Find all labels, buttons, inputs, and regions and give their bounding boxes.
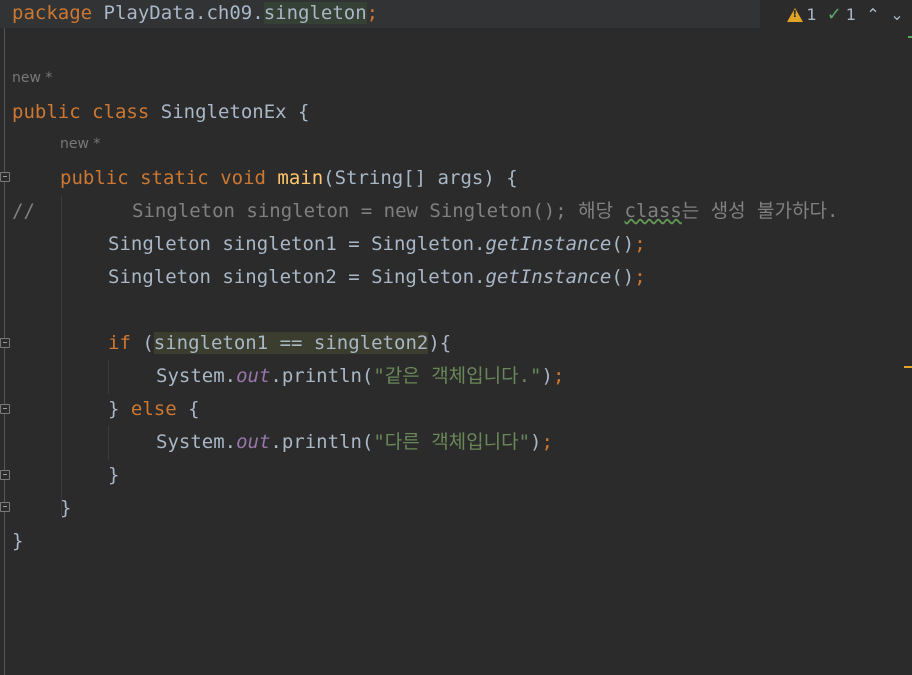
println-call: .println( <box>270 431 374 453</box>
semicolon: ; <box>366 2 379 24</box>
keyword-public: public <box>60 167 129 189</box>
keyword-void: void <box>220 167 266 189</box>
fold-marker-else-end[interactable] <box>0 470 10 480</box>
if-open-paren: ( <box>130 332 154 354</box>
fold-marker-if-end[interactable] <box>0 404 10 414</box>
semicolon: ; <box>552 365 565 387</box>
keyword-if: if <box>108 332 131 354</box>
comment-slashes: // <box>12 200 35 222</box>
system-ref: System. <box>156 365 237 387</box>
code-line-main-decl[interactable]: public static void main(String[] args) { <box>60 162 518 195</box>
chevron-down-icon[interactable]: ⌄ <box>888 5 906 24</box>
inspection-widget: 1 ✓ 1 ⌃ ⌄ <box>785 4 906 25</box>
else-close-brace: } <box>108 398 131 420</box>
singleton2-decl: Singleton singleton2 = Singleton. <box>108 266 486 288</box>
code-line-if[interactable]: if (singleton1 == singleton2){ <box>108 327 451 360</box>
inlay-hint-class-author: new * <box>12 70 53 86</box>
call-getInstance: getInstance <box>485 233 612 255</box>
else-open-brace: { <box>176 398 200 420</box>
string-same-object: "같은 객체입니다." <box>373 365 542 387</box>
fold-marker-if[interactable] <box>0 338 10 348</box>
semicolon: ; <box>634 233 646 255</box>
code-line-singleton1[interactable]: Singleton singleton1 = Singleton.getInst… <box>108 228 646 261</box>
call-parens: () <box>611 233 635 255</box>
fold-marker-method-end[interactable] <box>0 502 10 512</box>
inlay-hint-method-author: new * <box>60 136 101 152</box>
if-condition-highlight: singleton1 == singleton2 <box>153 332 429 354</box>
weak-warnings-indicator[interactable]: ✓ 1 <box>825 4 858 25</box>
fold-marker-method[interactable] <box>0 172 10 182</box>
keyword-else: else <box>130 398 177 420</box>
close-paren: ) <box>541 365 553 387</box>
scrollbar-marker-warning[interactable] <box>904 366 912 368</box>
comment-code: Singleton singleton = new Singleton(); 해… <box>132 200 625 222</box>
call-parens: () <box>611 266 635 288</box>
closing-brace: } <box>12 530 24 552</box>
check-icon: ✓ <box>826 4 842 25</box>
call-getInstance: getInstance <box>485 266 612 288</box>
field-out: out <box>236 365 271 387</box>
warnings-count: 1 <box>806 5 817 24</box>
code-line-else-end[interactable]: } <box>108 459 119 492</box>
warnings-indicator[interactable]: 1 <box>785 5 819 24</box>
system-ref: System. <box>156 431 237 453</box>
closing-brace: } <box>108 464 120 486</box>
code-line-comment-slashes[interactable]: // <box>12 195 35 228</box>
indent-guide <box>61 196 62 516</box>
code-line-println-same[interactable]: System.out.println("같은 객체입니다."); <box>156 360 564 393</box>
comment-class-typo: class <box>624 200 682 222</box>
code-line-comment[interactable]: Singleton singleton = new Singleton(); 해… <box>132 195 838 228</box>
code-line-class-decl[interactable]: public class SingletonEx { <box>12 96 310 129</box>
if-close: ){ <box>428 332 452 354</box>
warning-triangle-icon <box>786 7 803 22</box>
code-line-else[interactable]: } else { <box>108 393 200 426</box>
indent-guide <box>108 426 109 460</box>
closing-brace: } <box>60 497 72 519</box>
weak-warnings-count: 1 <box>845 5 856 24</box>
keyword-class: class <box>92 101 150 123</box>
code-line-package[interactable]: package PlayData.ch09.singleton; <box>12 0 378 30</box>
close-paren: ) <box>530 431 542 453</box>
field-out: out <box>236 431 271 453</box>
string-different-object: "다른 객체입니다" <box>373 431 531 453</box>
keyword-static: static <box>140 167 209 189</box>
package-name-highlight: singleton <box>263 2 367 24</box>
chevron-up-icon[interactable]: ⌃ <box>864 5 882 24</box>
code-line-println-different[interactable]: System.out.println("다른 객체입니다"); <box>156 426 553 459</box>
println-call: .println( <box>270 365 374 387</box>
indent-guide <box>108 360 109 394</box>
semicolon: ; <box>541 431 553 453</box>
semicolon: ; <box>634 266 646 288</box>
code-line-method-end[interactable]: } <box>60 492 71 525</box>
keyword-public: public <box>12 101 81 123</box>
singleton1-decl: Singleton singleton1 = Singleton. <box>108 233 486 255</box>
brace: { <box>298 101 310 123</box>
code-line-class-end[interactable]: } <box>12 525 23 558</box>
comment-rest: 는 생성 불가하다. <box>681 200 839 222</box>
code-line-singleton2[interactable]: Singleton singleton2 = Singleton.getInst… <box>108 261 646 294</box>
keyword-package: package <box>12 2 93 24</box>
main-params: (String[] args) { <box>323 167 518 189</box>
scrollbar-marker-ok <box>908 36 912 38</box>
method-name-main: main <box>277 167 324 189</box>
class-name: SingletonEx <box>160 101 287 123</box>
package-prefix: PlayData.ch09. <box>103 2 264 24</box>
